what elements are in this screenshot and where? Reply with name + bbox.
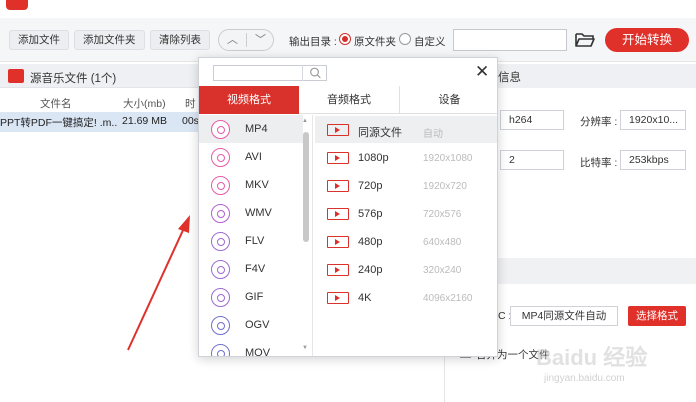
list-item[interactable]: GIF xyxy=(199,283,303,311)
source-files-header: 源音乐文件 (1个) xyxy=(0,64,200,88)
file-duration-cell: 00s xyxy=(182,115,199,127)
format-value-field[interactable]: MP4同源文件自动 xyxy=(510,306,618,326)
scroll-down-icon[interactable]: ▼ xyxy=(302,345,308,351)
format-popup: ✕ 视频格式 音频格式 设备 MP4 AVI MKV WMV FLV F4V G… xyxy=(198,57,498,357)
section-divider xyxy=(470,258,696,284)
watermark-url: jingyan.baidu.com xyxy=(544,373,625,384)
video-disc-icon xyxy=(211,204,230,223)
list-item[interactable]: 576p 720x576 xyxy=(315,200,497,227)
channels-field[interactable]: 2 xyxy=(500,150,564,170)
video-disc-icon xyxy=(211,232,230,251)
start-convert-button[interactable]: 开始转换 xyxy=(605,28,689,52)
column-size: 大小(mb) xyxy=(123,98,166,110)
file-size-cell: 21.69 MB xyxy=(122,115,167,127)
video-disc-icon xyxy=(211,316,230,335)
video-converter-window: 添加文件 添加文件夹 清除列表 ︿ ﹀ 输出目录 : 原文件夹 自定义 开始转换… xyxy=(0,0,696,402)
search-icon[interactable] xyxy=(302,65,328,81)
folder-open-icon[interactable] xyxy=(574,30,596,50)
codec-field[interactable]: h264 xyxy=(500,110,564,130)
list-item[interactable]: F4V xyxy=(199,255,303,283)
list-item[interactable]: FLV xyxy=(199,227,303,255)
add-folder-button[interactable]: 添加文件夹 xyxy=(74,30,145,50)
toolbar: 添加文件 添加文件夹 清除列表 ︿ ﹀ 输出目录 : 原文件夹 自定义 开始转换 xyxy=(0,18,696,62)
list-item[interactable]: WMV xyxy=(199,199,303,227)
format-list-scrollbar[interactable] xyxy=(303,132,309,242)
video-file-icon xyxy=(8,69,24,83)
watermark-logo: Baidu 经验 xyxy=(536,345,648,370)
radio-source-folder[interactable] xyxy=(339,33,351,45)
bitrate-label: 比特率 : xyxy=(580,157,618,169)
video-disc-icon xyxy=(211,344,230,356)
format-tabs: 视频格式 音频格式 设备 xyxy=(199,86,497,114)
video-preset-icon xyxy=(327,208,349,220)
list-item[interactable]: OGV xyxy=(199,311,303,339)
video-preset-icon xyxy=(327,152,349,164)
list-item[interactable]: 同源文件 自动 xyxy=(315,116,497,143)
tab-video-format[interactable]: 视频格式 xyxy=(199,86,299,114)
column-filename: 文件名 xyxy=(40,98,72,110)
list-item[interactable]: AVI xyxy=(199,143,303,171)
chevron-down-icon[interactable]: ﹀ xyxy=(247,30,274,50)
select-format-button[interactable]: 选择格式 xyxy=(628,306,686,326)
video-disc-icon xyxy=(211,176,230,195)
tab-audio-format[interactable]: 音频格式 xyxy=(299,86,399,114)
source-files-title: 源音乐文件 (1个) xyxy=(30,73,117,85)
format-list: MP4 AVI MKV WMV FLV F4V GIF OGV MOV xyxy=(199,115,313,356)
list-item[interactable]: MOV xyxy=(199,339,303,356)
video-preset-icon xyxy=(327,292,349,304)
radio-custom[interactable] xyxy=(399,33,411,45)
chevron-up-icon[interactable]: ︿ xyxy=(219,30,246,50)
clear-list-button[interactable]: 清除列表 xyxy=(150,30,210,50)
list-item[interactable]: 4K 4096x2160 xyxy=(315,284,497,311)
video-preset-icon xyxy=(327,264,349,276)
resolution-field[interactable]: 1920x10... xyxy=(620,110,686,130)
close-icon[interactable]: ✕ xyxy=(475,62,489,82)
video-preset-icon xyxy=(327,236,349,248)
video-preset-icon xyxy=(327,180,349,192)
output-path-input[interactable] xyxy=(453,29,567,51)
list-item[interactable]: 240p 320x240 xyxy=(315,256,497,283)
scroll-up-icon[interactable]: ▲ xyxy=(302,118,308,124)
list-item[interactable]: 1080p 1920x1080 xyxy=(315,144,497,171)
video-disc-icon xyxy=(211,288,230,307)
info-title: 信息 xyxy=(498,72,521,84)
video-disc-icon xyxy=(211,260,230,279)
resolution-label: 分辨率 : xyxy=(580,116,618,128)
radio-source-folder-label: 原文件夹 xyxy=(354,36,396,48)
move-order-buttons: ︿ ﹀ xyxy=(218,29,274,51)
list-item[interactable]: MP4 xyxy=(199,115,303,143)
list-item[interactable]: 480p 640x480 xyxy=(315,228,497,255)
video-preset-icon xyxy=(327,124,349,136)
output-dir-label: 输出目录 : xyxy=(289,36,337,48)
radio-custom-label: 自定义 xyxy=(414,36,446,48)
video-disc-icon xyxy=(211,120,230,139)
add-file-button[interactable]: 添加文件 xyxy=(9,30,69,50)
list-item[interactable]: MKV xyxy=(199,171,303,199)
file-name-cell: PPT转PDF一键搞定! .m... xyxy=(0,117,118,129)
video-disc-icon xyxy=(211,148,230,167)
tab-device[interactable]: 设备 xyxy=(399,86,497,114)
app-logo-icon xyxy=(6,0,28,10)
title-bar xyxy=(0,0,696,16)
bitrate-field[interactable]: 253kbps xyxy=(620,150,686,170)
column-duration: 时 xyxy=(185,98,196,110)
list-item[interactable]: 720p 1920x720 xyxy=(315,172,497,199)
